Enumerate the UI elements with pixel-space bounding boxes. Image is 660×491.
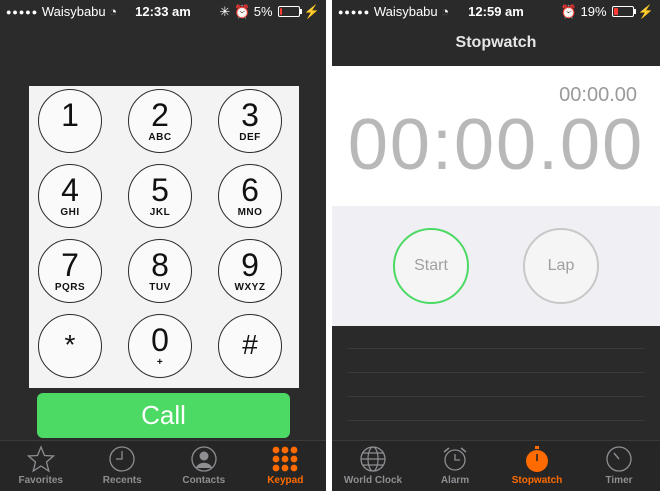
- call-button[interactable]: Call: [37, 393, 290, 438]
- key-letters: ABC: [148, 132, 172, 143]
- lap-divider: [348, 348, 644, 349]
- main-time: 00:00.00: [347, 105, 645, 185]
- key-digit: 8: [151, 247, 169, 283]
- key-digit: 3: [241, 97, 259, 133]
- key-digit: *: [64, 329, 76, 360]
- key-4[interactable]: 4 GHI: [38, 164, 102, 228]
- key-letters: WXYZ: [234, 282, 266, 293]
- lap-divider: [348, 372, 644, 373]
- tab-recents[interactable]: Recents: [82, 441, 164, 491]
- phone-stopwatch-screen: ●●●●● Waisybabu ◔ 12:59 am ⏰ 19% ⚡ Stopw…: [332, 0, 660, 491]
- clock-icon: [82, 445, 164, 473]
- keypad: 1 2 ABC 3 DEF 4 GHI 5 JKL 6 MNO 7 PQRS 8 TUV 9 WXYZ * 0 + #: [29, 86, 299, 388]
- battery-percent: 19%: [580, 4, 607, 19]
- key-digit: 0: [151, 322, 169, 358]
- phone-keypad-screen: ●●●●● Waisybabu ◔ 12:33 am ✳ ⏰ 5% ⚡ 1 2 AB…: [0, 0, 326, 491]
- tab-label: Timer: [605, 475, 633, 486]
- key-9[interactable]: 9 WXYZ: [218, 239, 282, 303]
- stopwatch-icon: [496, 445, 578, 473]
- key-1[interactable]: 1: [38, 89, 102, 153]
- key-3[interactable]: 3 DEF: [218, 89, 282, 153]
- status-bar: ●●●●● Waisybabu ◔ 12:33 am ✳ ⏰ 5% ⚡: [0, 0, 326, 22]
- key-digit: 5: [151, 172, 169, 208]
- timer-icon: [578, 445, 660, 473]
- battery-icon: [278, 6, 303, 17]
- tab-label: Keypad: [267, 475, 304, 486]
- lap-divider: [348, 396, 644, 397]
- tab-alarm[interactable]: Alarm: [414, 441, 496, 491]
- key-0[interactable]: 0 +: [128, 314, 192, 378]
- tab-bar: Favorites Recents Contacts Keypad: [0, 440, 326, 491]
- key-digit: 6: [241, 172, 259, 208]
- key-letters: MNO: [237, 207, 263, 218]
- key-digit: 1: [61, 97, 79, 133]
- status-right: ✳ ⏰ 5% ⚡: [219, 4, 320, 20]
- battery-level: [614, 8, 618, 15]
- lap-divider: [348, 420, 644, 421]
- alarm-status-icon: ⏰: [233, 4, 251, 19]
- key-8[interactable]: 8 TUV: [128, 239, 192, 303]
- charging-icon: ⚡: [637, 4, 654, 19]
- tab-timer[interactable]: Timer: [578, 441, 660, 491]
- battery-icon: [612, 6, 637, 17]
- key-star[interactable]: *: [38, 314, 102, 378]
- star-icon: [0, 445, 82, 473]
- key-5[interactable]: 5 JKL: [128, 164, 192, 228]
- stopwatch-controls: Start Lap: [332, 206, 660, 326]
- key-letters: +: [156, 357, 164, 368]
- tab-keypad[interactable]: Keypad: [245, 441, 327, 491]
- key-2[interactable]: 2 ABC: [128, 89, 192, 153]
- tab-label: Contacts: [182, 475, 226, 486]
- key-digit: 9: [241, 247, 259, 283]
- key-letters: DEF: [239, 132, 261, 143]
- status-bar: ●●●●● Waisybabu ◔ 12:59 am ⏰ 19% ⚡: [332, 0, 660, 22]
- key-7[interactable]: 7 PQRS: [38, 239, 102, 303]
- key-letters: TUV: [149, 282, 171, 293]
- globe-icon: [332, 445, 414, 473]
- key-digit: 2: [151, 97, 169, 133]
- key-digit: 7: [61, 247, 79, 283]
- contact-icon: [163, 445, 245, 473]
- key-letters: PQRS: [54, 282, 86, 293]
- tab-contacts[interactable]: Contacts: [163, 441, 245, 491]
- tab-world-clock[interactable]: World Clock: [332, 441, 414, 491]
- alarm-status-icon: ⏰: [560, 4, 577, 19]
- tab-stopwatch[interactable]: Stopwatch: [496, 441, 578, 491]
- laps-list: [332, 326, 660, 441]
- status-right: ⏰ 19% ⚡: [561, 4, 654, 20]
- page-title: Stopwatch: [455, 34, 537, 51]
- key-letters: GHI: [60, 207, 80, 218]
- battery-level: [280, 8, 283, 15]
- charging-icon: ⚡: [303, 4, 320, 19]
- tab-label: Recents: [102, 475, 142, 486]
- key-digit: 4: [61, 172, 79, 208]
- start-button[interactable]: Start: [393, 228, 469, 304]
- battery-percent: 5%: [253, 4, 273, 19]
- keypad-icon: [245, 445, 327, 473]
- tab-favorites[interactable]: Favorites: [0, 441, 82, 491]
- stopwatch-display: 00:00.00 00:00.00: [332, 66, 660, 206]
- tab-label: Favorites: [18, 475, 63, 486]
- tab-bar: World Clock Alarm Stopwatch Timer: [332, 440, 660, 491]
- lap-button[interactable]: Lap: [523, 228, 599, 304]
- tab-label: World Clock: [343, 475, 403, 486]
- tab-label: Alarm: [440, 475, 470, 486]
- key-letters: JKL: [149, 207, 171, 218]
- tab-label: Stopwatch: [511, 475, 563, 486]
- key-hash[interactable]: #: [218, 314, 282, 378]
- key-6[interactable]: 6 MNO: [218, 164, 282, 228]
- activity-icon: ✳: [219, 4, 231, 19]
- key-digit: #: [242, 329, 258, 360]
- alarm-icon: [414, 445, 496, 473]
